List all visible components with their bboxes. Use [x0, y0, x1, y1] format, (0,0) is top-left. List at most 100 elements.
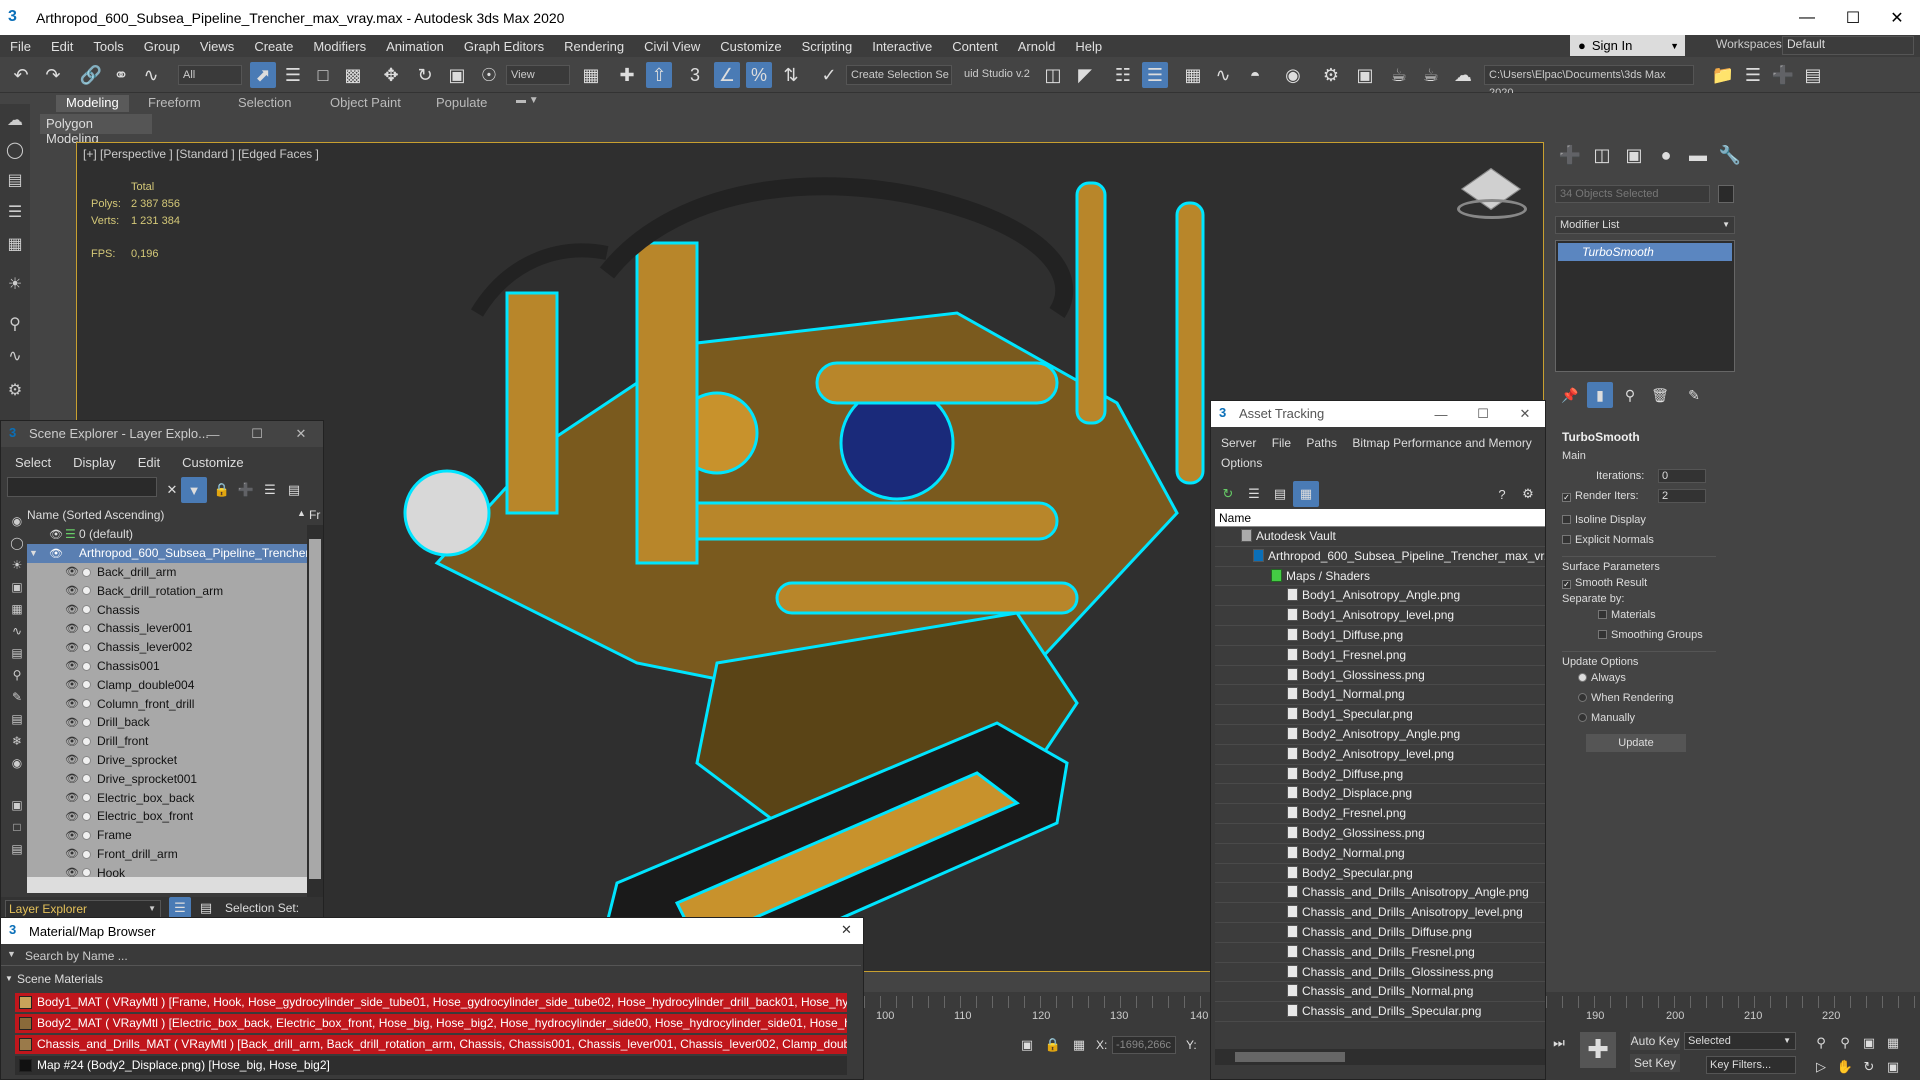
absolute-mode-icon[interactable]: ▦ [1066, 1032, 1092, 1058]
asset-row-map[interactable]: Body1_Fresnel.png [1215, 646, 1545, 666]
menu-interactive[interactable]: Interactive [862, 39, 942, 54]
zoom-extents-all-icon[interactable]: ▦ [1880, 1030, 1906, 1056]
systems-icon[interactable]: ⚙ [3, 378, 27, 402]
configure-sets-icon[interactable]: ✎ [1681, 382, 1707, 408]
menu-select[interactable]: Select [1, 453, 59, 473]
containers-filter-icon[interactable]: ▤ [5, 707, 29, 731]
asset-row-max-file[interactable]: Arthropod_600_Subsea_Pipeline_Trencher_m… [1215, 547, 1545, 567]
toggle-scene-explorer-icon[interactable]: ☷ [1110, 62, 1136, 88]
eye-icon[interactable]: 👁 [65, 603, 79, 616]
scene-object-row[interactable]: 👁 Front_drill_arm [27, 844, 307, 864]
display-none-icon[interactable]: □ [5, 815, 29, 839]
orbit-icon[interactable]: ↻ [1856, 1054, 1882, 1080]
asset-row-map[interactable]: Chassis_and_Drills_Specular.png [1215, 1002, 1545, 1022]
material-row-body2[interactable]: Body2_MAT ( VRayMtl ) [Electric_box_back… [15, 1014, 847, 1033]
list-view-icon[interactable]: ☰ [1241, 481, 1267, 507]
scene-object-row[interactable]: 👁 Back_drill_arm [27, 562, 307, 582]
menu-group[interactable]: Group [134, 39, 190, 54]
hierarchy-tab-icon[interactable]: ▣ [1621, 142, 1647, 168]
asset-tracking-titlebar[interactable]: 3 Asset Tracking — ☐ ✕ [1211, 401, 1545, 427]
scrollbar-thumb[interactable] [309, 539, 321, 879]
tab-selection[interactable]: Selection [238, 95, 291, 110]
isolate-selection-icon[interactable]: ▣ [1014, 1032, 1040, 1058]
menu-edit[interactable]: Edit [124, 453, 168, 473]
object-render-icon[interactable] [82, 755, 91, 765]
shapes-icon[interactable]: ◯ [3, 138, 27, 162]
eye-icon[interactable]: 👁 [65, 772, 79, 785]
eye-icon[interactable]: 👁 [65, 697, 79, 710]
asset-row-map[interactable]: Chassis_and_Drills_Fresnel.png [1215, 943, 1545, 963]
eye-icon[interactable]: 👁 [65, 584, 79, 597]
eye-icon[interactable]: 👁 [65, 791, 79, 804]
render-iters-checkbox[interactable]: ✓ [1562, 493, 1571, 502]
object-render-icon[interactable] [82, 661, 91, 671]
hierarchy-toggle-icon[interactable]: ▤ [195, 897, 217, 919]
field-of-view-icon[interactable]: ▷ [1808, 1054, 1834, 1080]
undo-icon[interactable]: ↶ [8, 62, 34, 88]
scrollbar-thumb[interactable] [1235, 1052, 1345, 1062]
close-icon[interactable]: ✕ [841, 922, 852, 938]
pan-view-icon[interactable]: ✋ [1832, 1054, 1858, 1080]
refresh-icon[interactable]: ↻ [1215, 481, 1241, 507]
scene-object-row[interactable]: 👁 Column_front_drill [27, 694, 307, 713]
layer-row-root[interactable]: ▼ 👁 Arthropod_600_Subsea_Pipeline_Trench… [27, 543, 307, 563]
scene-object-row[interactable]: 👁 Chassis_lever001 [27, 618, 307, 638]
maximize-icon[interactable]: ☐ [1465, 401, 1501, 427]
tab-object-paint[interactable]: Object Paint [330, 95, 401, 110]
project-settings-icon[interactable]: ☰ [1740, 62, 1766, 88]
lights-filter-icon[interactable]: ☀ [5, 553, 29, 577]
asset-row-map[interactable]: Body1_Anisotropy_level.png [1215, 606, 1545, 626]
menu-create[interactable]: Create [244, 39, 303, 54]
select-by-name-icon[interactable]: ☰ [280, 62, 306, 88]
object-render-icon[interactable] [82, 774, 91, 784]
cameras-filter-icon[interactable]: ▣ [5, 575, 29, 599]
material-row-map24[interactable]: Map #24 (Body2_Displace.png) [Hose_big, … [15, 1056, 847, 1075]
render-setup-icon[interactable]: ⚙ [1318, 62, 1344, 88]
bones-filter-icon[interactable]: ✎ [5, 685, 29, 709]
sign-in-button[interactable]: ● Sign In ▼ [1570, 35, 1685, 56]
object-render-icon[interactable] [82, 623, 91, 633]
bind-space-warp-icon[interactable]: ∿ [138, 62, 164, 88]
asset-row-map[interactable]: Body2_Specular.png [1215, 864, 1545, 884]
object-render-icon[interactable] [82, 567, 91, 577]
selection-lock-icon[interactable]: 🔒 [1040, 1032, 1066, 1058]
workspace-dropdown[interactable]: Default [1782, 36, 1914, 55]
modifier-stack-item-turbosmooth[interactable]: TurboSmooth [1558, 243, 1732, 261]
go-to-end-icon[interactable]: ⏭ [1546, 1030, 1572, 1056]
help-icon[interactable]: ? [1489, 481, 1515, 507]
invert-display-icon[interactable]: ▤ [5, 837, 29, 861]
material-row-chassis[interactable]: Chassis_and_Drills_MAT ( VRayMtl ) [Back… [15, 1035, 847, 1054]
toggle-layer-explorer-icon[interactable]: ☰ [1142, 62, 1168, 88]
rotate-icon[interactable]: ↻ [412, 62, 438, 88]
ribbon-options-icon[interactable]: ▬ ▼ [516, 95, 539, 106]
isoline-display-checkbox[interactable] [1562, 515, 1571, 524]
object-render-icon[interactable] [82, 849, 91, 859]
asset-row-vault[interactable]: Autodesk Vault [1215, 527, 1545, 547]
x-coordinate-field[interactable]: -1696,266c [1112, 1036, 1176, 1054]
asset-row-map[interactable]: Body2_Normal.png [1215, 844, 1545, 864]
eye-icon[interactable]: 👁 [65, 622, 79, 635]
asset-row-map[interactable]: Body2_Anisotropy_Angle.png [1215, 725, 1545, 745]
helpers-icon[interactable]: ⚲ [3, 312, 27, 336]
menu-arnold[interactable]: Arnold [1008, 39, 1066, 54]
asset-row-map[interactable]: Chassis_and_Drills_Anisotropy_level.png [1215, 903, 1545, 923]
geometry-filter-icon[interactable]: ◉ [5, 509, 29, 533]
menu-paths[interactable]: Paths [1306, 436, 1337, 450]
minimize-icon[interactable]: — [1784, 0, 1830, 35]
asset-row-map[interactable]: Body1_Anisotropy_Angle.png [1215, 586, 1545, 607]
show-end-result-icon[interactable]: ▮ [1587, 382, 1613, 408]
tab-populate[interactable]: Populate [436, 95, 487, 110]
keyboard-shortcut-override-icon[interactable]: ⇧ [646, 62, 672, 88]
scene-object-row[interactable]: 👁 Chassis001 [27, 656, 307, 676]
scene-object-row[interactable]: 👁 Chassis_lever002 [27, 637, 307, 657]
object-render-icon[interactable] [82, 736, 91, 746]
close-icon[interactable]: ✕ [1874, 0, 1920, 35]
spinner-snap-icon[interactable]: ⇅ [778, 62, 804, 88]
pivot-point-icon[interactable]: ▦ [578, 62, 604, 88]
eye-icon[interactable]: 👁 [65, 716, 79, 729]
asset-row-maps-folder[interactable]: Maps / Shaders [1215, 567, 1545, 587]
set-keys-button[interactable]: ✚ [1580, 1032, 1616, 1068]
link-icon[interactable]: 🔗 [78, 62, 104, 88]
asset-row-map[interactable]: Body2_Glossiness.png [1215, 824, 1545, 844]
spacewarps-filter-icon[interactable]: ∿ [5, 619, 29, 643]
